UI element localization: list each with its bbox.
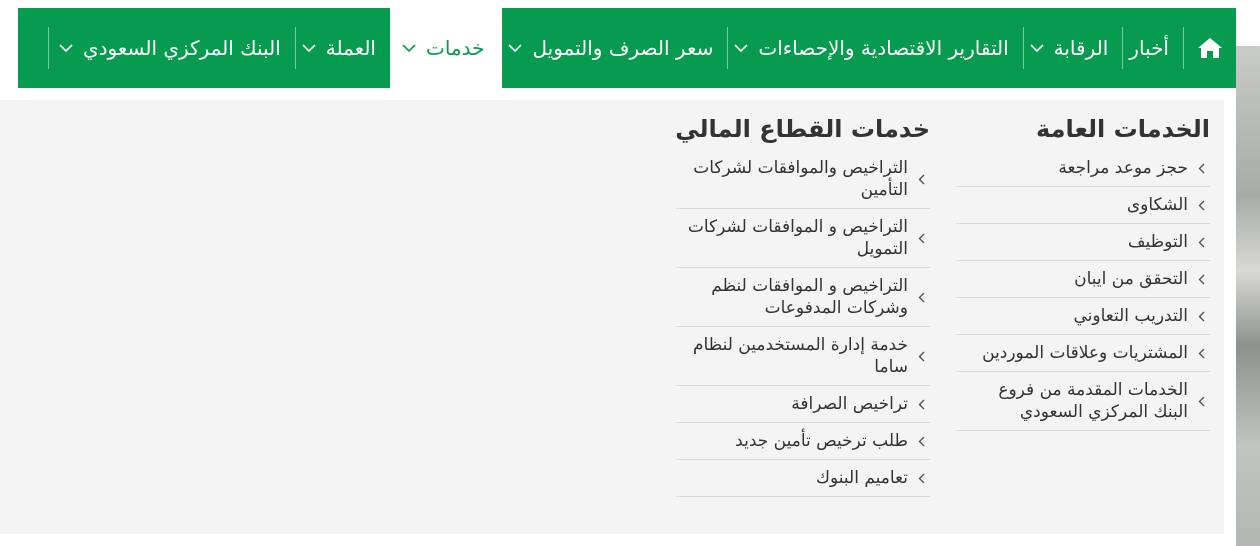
chevron-right-icon [1192, 311, 1210, 322]
chevron-right-icon [912, 473, 930, 484]
chevron-right-icon [912, 292, 930, 303]
menu-item-label: خدمة إدارة المستخدمين لنظام ساما [692, 335, 908, 377]
menu-item-label: التدريب التعاوني [1073, 306, 1188, 326]
nav-item-label: سعر الصرف والتمويل [532, 36, 714, 60]
nav-item-label: الرقابة [1053, 36, 1109, 60]
menu-item-label: التراخيص والموافقات لشركات التأمين [693, 158, 908, 200]
menu-item-label: التراخيص و الموافقات لنظم وشركات المدفوع… [711, 276, 908, 318]
nav-item-label: البنك المركزي السعودي [82, 36, 281, 60]
menu-item-iban-check[interactable]: التحقق من ايبان [956, 261, 1210, 298]
nav-item-label: العملة [325, 36, 376, 60]
chevron-right-icon [912, 399, 930, 410]
general-services-title: الخدمات العامة [1036, 115, 1210, 143]
chevron-down-icon [1030, 43, 1044, 53]
menu-item-label: التراخيص و الموافقات لشركات التمويل [687, 217, 908, 259]
menu-item-book-appointment[interactable]: حجز موعد مراجعة [956, 150, 1210, 187]
menu-item-label: المشتريات وعلاقات الموردين [982, 343, 1188, 363]
nav-item-central-bank[interactable]: البنك المركزي السعودي [49, 8, 295, 88]
nav-separator [1183, 27, 1184, 69]
nav-item-label: خدمات [425, 36, 485, 60]
menu-item-label: التوظيف [1127, 232, 1188, 252]
menu-item-payments-licenses[interactable]: التراخيص و الموافقات لنظم وشركات المدفوع… [676, 268, 930, 327]
chevron-right-icon [1192, 274, 1210, 285]
nav-item-label: أخبار [1129, 36, 1169, 60]
nav-item-exchange-rate[interactable]: سعر الصرف والتمويل [502, 8, 727, 88]
home-button[interactable] [1184, 8, 1236, 88]
general-services-column: الخدمات العامة حجز موعد مراجعة الشكاوى ا… [956, 114, 1210, 431]
page: أخبار الرقابة التقارير الاقتصادية والإحص… [0, 0, 1260, 546]
menu-item-label: التحقق من ايبان [1074, 269, 1188, 289]
chevron-down-icon [734, 43, 748, 53]
chevron-down-icon [508, 43, 523, 53]
menu-item-new-insurance-license[interactable]: طلب ترخيص تأمين جديد [676, 423, 930, 460]
chevron-right-icon [912, 174, 930, 185]
nav-item-currency[interactable]: العملة [296, 8, 390, 88]
menu-item-bank-circulars[interactable]: تعاميم البنوك [676, 460, 930, 497]
menu-item-label: تراخيص الصرافة [791, 394, 908, 414]
nav-item-label: التقارير الاقتصادية والإحصاءات [758, 36, 1009, 60]
nav-separator [294, 27, 296, 69]
nav-separator [1022, 27, 1024, 69]
services-mega-menu: الخدمات العامة حجز موعد مراجعة الشكاوى ا… [0, 100, 1224, 534]
chevron-down-icon [59, 43, 73, 53]
home-icon [1198, 38, 1222, 58]
chevron-right-icon [912, 351, 930, 362]
nav-separator [1122, 27, 1124, 69]
menu-item-label: حجز موعد مراجعة [1058, 158, 1188, 178]
chevron-right-icon [1192, 396, 1210, 407]
menu-item-label: تعاميم البنوك [815, 468, 908, 488]
financial-sector-title: خدمات القطاع المالي [675, 115, 930, 143]
background-image-edge [1236, 46, 1260, 546]
chevron-right-icon [912, 233, 930, 244]
chevron-right-icon [1192, 237, 1210, 248]
menu-item-coop-training[interactable]: التدريب التعاوني [956, 298, 1210, 335]
menu-item-branch-services[interactable]: الخدمات المقدمة من فروع البنك المركزي ال… [956, 372, 1210, 431]
menu-item-finance-licenses[interactable]: التراخيص و الموافقات لشركات التمويل [676, 209, 930, 268]
menu-item-procurement[interactable]: المشتريات وعلاقات الموردين [956, 335, 1210, 372]
nav-item-supervision[interactable]: الرقابة [1024, 8, 1123, 88]
nav-separator [727, 27, 729, 69]
nav-separator [47, 27, 49, 69]
chevron-right-icon [1192, 200, 1210, 211]
main-navbar: أخبار الرقابة التقارير الاقتصادية والإحص… [18, 8, 1236, 88]
menu-item-exchange-licenses[interactable]: تراخيص الصرافة [676, 386, 930, 423]
nav-item-economic-reports[interactable]: التقارير الاقتصادية والإحصاءات [728, 8, 1022, 88]
menu-item-complaints[interactable]: الشكاوى [956, 187, 1210, 224]
financial-sector-column: خدمات القطاع المالي التراخيص والموافقات … [675, 114, 930, 497]
nav-item-news[interactable]: أخبار [1123, 8, 1183, 88]
menu-item-employment[interactable]: التوظيف [956, 224, 1210, 261]
menu-item-sama-user-management[interactable]: خدمة إدارة المستخدمين لنظام ساما [676, 327, 930, 386]
chevron-down-icon [302, 43, 316, 53]
chevron-right-icon [912, 436, 930, 447]
chevron-down-icon [402, 43, 416, 53]
chevron-right-icon [1192, 163, 1210, 174]
chevron-right-icon [1192, 348, 1210, 359]
menu-item-label: الخدمات المقدمة من فروع البنك المركزي ال… [998, 380, 1188, 422]
menu-item-insurance-licenses[interactable]: التراخيص والموافقات لشركات التأمين [676, 150, 930, 209]
top-strip [0, 0, 1236, 8]
menu-item-label: طلب ترخيص تأمين جديد [735, 431, 908, 451]
general-services-list: حجز موعد مراجعة الشكاوى التوظيف التحقق م… [956, 150, 1210, 431]
nav-item-services[interactable]: خدمات [389, 8, 503, 88]
financial-sector-list: التراخيص والموافقات لشركات التأمين الترا… [676, 150, 930, 497]
menu-item-label: الشكاوى [1126, 195, 1188, 215]
